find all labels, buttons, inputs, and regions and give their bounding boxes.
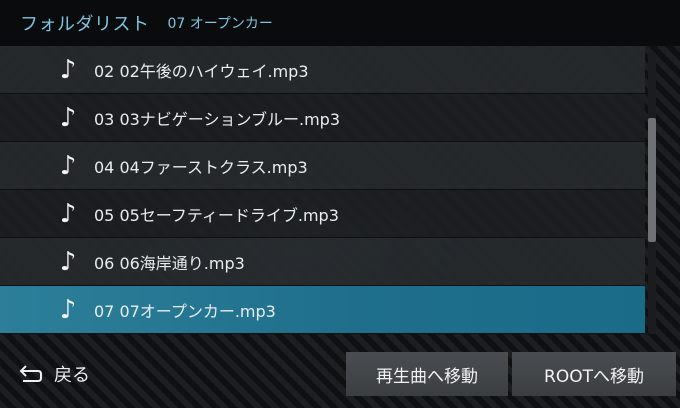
folder-list-screen: フォルダリスト 07 オープンカー ♪ 02 02午後のハイウェイ.mp3 ♪ …	[0, 0, 680, 408]
music-note-icon: ♪	[59, 150, 77, 181]
track-list: ♪ 02 02午後のハイウェイ.mp3 ♪ 03 03ナビゲーションブルー.mp…	[0, 46, 645, 336]
list-item-selected[interactable]: ♪ 07 07オープンカー.mp3	[0, 286, 645, 334]
music-note-icon: ♪	[59, 198, 77, 229]
list-item[interactable]: ♪ 02 02午後のハイウェイ.mp3	[0, 46, 645, 94]
back-label: 戻る	[54, 365, 90, 386]
track-label: 07 07オープンカー.mp3	[94, 301, 276, 321]
track-label: 03 03ナビゲーションブルー.mp3	[94, 109, 341, 129]
move-to-playing-button[interactable]: 再生曲へ移動	[346, 352, 508, 396]
music-note-icon: ♪	[59, 102, 77, 133]
list-item[interactable]: ♪ 03 03ナビゲーションブルー.mp3	[0, 94, 645, 142]
music-note-icon: ♪	[59, 246, 77, 277]
header-bar: フォルダリスト 07 オープンカー	[0, 0, 680, 46]
music-note-icon: ♪	[59, 54, 77, 85]
track-label: 04 04ファーストクラス.mp3	[94, 157, 308, 177]
back-arrow-icon	[19, 365, 42, 382]
current-folder-name: 07 オープンカー	[167, 16, 273, 32]
back-button[interactable]: 戻る	[12, 352, 122, 396]
track-label: 05 05セーフティードライブ.mp3	[94, 205, 339, 225]
list-item[interactable]: ♪ 06 06海岸通り.mp3	[0, 238, 645, 286]
track-label: 06 06海岸通り.mp3	[94, 253, 245, 273]
scrollbar-track[interactable]	[648, 52, 656, 334]
move-to-root-button[interactable]: ROOTへ移動	[512, 352, 676, 396]
scrollbar-thumb[interactable]	[648, 118, 656, 242]
list-item[interactable]: ♪ 05 05セーフティードライブ.mp3	[0, 190, 645, 238]
music-note-icon: ♪	[59, 294, 77, 325]
track-label: 02 02午後のハイウェイ.mp3	[94, 61, 309, 81]
list-item[interactable]: ♪ 04 04ファーストクラス.mp3	[0, 142, 645, 190]
page-title: フォルダリスト	[20, 14, 150, 35]
